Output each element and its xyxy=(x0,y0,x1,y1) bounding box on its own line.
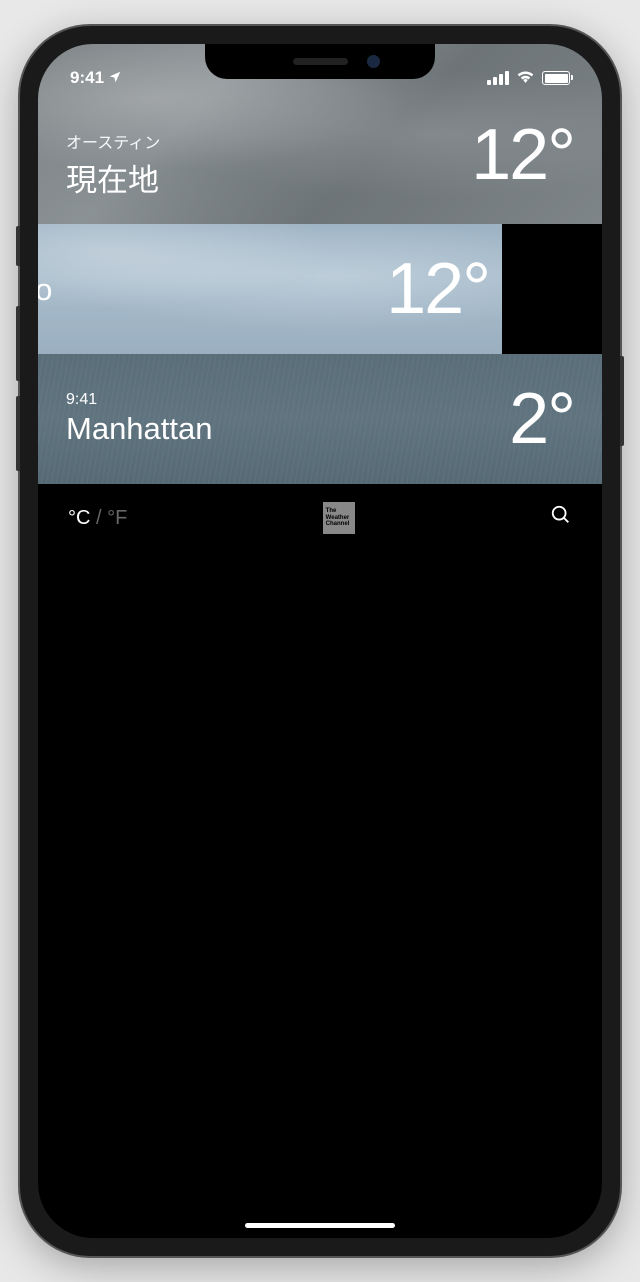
temperature-unit-toggle[interactable]: °C / °F xyxy=(68,507,127,530)
search-icon[interactable] xyxy=(550,504,572,533)
wifi-icon xyxy=(516,68,535,88)
fahrenheit-label: °F xyxy=(107,507,127,529)
weather-channel-logo[interactable]: The Weather Channel xyxy=(323,502,355,534)
city-temperature: 12° xyxy=(386,248,489,330)
city-temperature: 2° xyxy=(509,378,574,460)
status-time: 9:41 xyxy=(70,68,104,88)
status-bar-left: 9:41 xyxy=(70,68,122,88)
city-temperature: 12° xyxy=(471,114,574,196)
city-time: 9:41 xyxy=(66,391,213,409)
notch xyxy=(205,44,435,79)
unit-separator: / xyxy=(90,507,107,529)
cellular-signal-icon xyxy=(487,71,509,85)
city-name: 現在地 xyxy=(66,155,160,200)
battery-icon xyxy=(542,71,570,85)
celsius-label: °C xyxy=(68,507,90,529)
location-arrow-icon xyxy=(108,70,122,87)
phone-device-frame: 9:41 xyxy=(20,26,620,1256)
screen: 9:41 xyxy=(38,44,602,1238)
city-list: 9:41 xyxy=(38,44,602,484)
city-row-manhattan[interactable]: 9:41 Manhattan 2° xyxy=(38,354,602,484)
home-indicator[interactable] xyxy=(245,1223,395,1228)
city-name: Manhattan xyxy=(66,411,213,447)
city-name: Francisco xyxy=(38,272,52,308)
city-subtitle: オースティン xyxy=(66,129,160,153)
footer-bar: °C / °F The Weather Channel xyxy=(38,484,602,552)
city-row-francisco[interactable]: Francisco 12° 削除 xyxy=(38,224,502,354)
status-bar-right xyxy=(487,68,570,88)
